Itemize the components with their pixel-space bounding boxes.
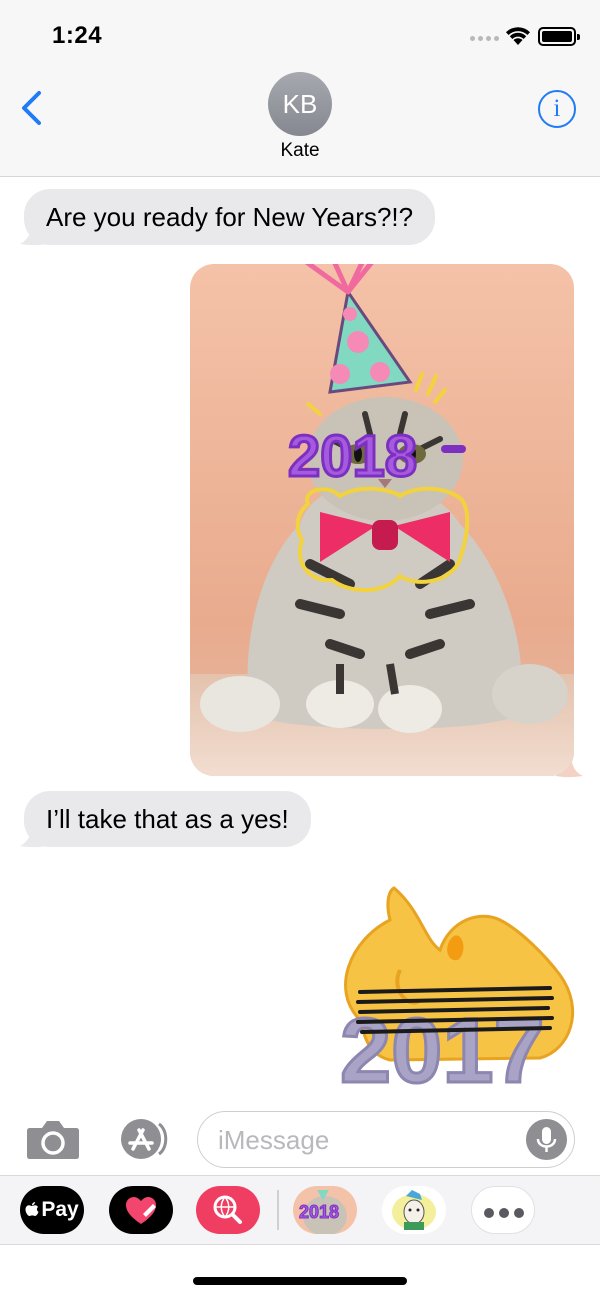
app-store-icon[interactable] xyxy=(112,1116,170,1162)
message-text: Are you ready for New Years?!? xyxy=(46,202,414,232)
more-apps-button[interactable] xyxy=(471,1186,535,1234)
microphone-icon[interactable] xyxy=(526,1119,567,1160)
message-text: I’ll take that as a yes! xyxy=(46,804,289,834)
contact-name[interactable]: Kate xyxy=(0,140,600,162)
more-dot xyxy=(484,1208,494,1218)
drawer-divider xyxy=(277,1190,279,1230)
cellular-signal-icon xyxy=(470,36,499,41)
message-input[interactable]: iMessage xyxy=(197,1111,575,1168)
sticker-text: 2017 xyxy=(340,1000,545,1092)
2017-fire-sticker[interactable]: 2017 xyxy=(330,880,580,1092)
apple-logo-icon xyxy=(25,1187,39,1216)
more-dot xyxy=(499,1208,509,1218)
cat-2018-icon: 2018 xyxy=(293,1186,357,1234)
back-chevron-icon[interactable] xyxy=(14,88,54,128)
camera-icon[interactable] xyxy=(26,1118,80,1160)
contact-avatar[interactable]: KB xyxy=(268,72,332,136)
status-time: 1:24 xyxy=(52,22,103,49)
cat-photo: 2018 xyxy=(190,264,574,776)
llama-stickers-app[interactable] xyxy=(382,1186,446,1234)
incoming-message-bubble[interactable]: Are you ready for New Years?!? xyxy=(24,189,436,245)
incoming-message-bubble[interactable]: I’ll take that as a yes! xyxy=(24,791,311,847)
wifi-icon xyxy=(506,27,530,45)
heart-icon xyxy=(126,1197,156,1224)
photo-sticker-text: 2018 xyxy=(288,424,417,489)
more-dot xyxy=(514,1208,524,1218)
photo-message[interactable]: 2018 xyxy=(190,264,574,776)
llama-icon xyxy=(392,1190,436,1230)
images-search-app[interactable] xyxy=(196,1186,260,1234)
digital-touch-app[interactable] xyxy=(109,1186,173,1234)
message-input-placeholder: iMessage xyxy=(218,1125,330,1155)
apple-pay-app[interactable]: Pay xyxy=(20,1186,84,1234)
battery-icon xyxy=(538,27,580,46)
apple-pay-label: Pay xyxy=(41,1198,79,1221)
conversation-header: KB Kate i xyxy=(0,70,600,177)
photo-sticker-text: 2018 xyxy=(299,1202,339,1222)
status-bar: 1:24 xyxy=(0,0,600,70)
home-indicator[interactable] xyxy=(193,1277,407,1285)
info-icon[interactable]: i xyxy=(538,90,576,128)
app-drawer: Pay 2018 xyxy=(0,1175,600,1245)
globe-search-icon xyxy=(213,1195,242,1224)
2018-stickers-app[interactable]: 2018 xyxy=(293,1186,357,1234)
